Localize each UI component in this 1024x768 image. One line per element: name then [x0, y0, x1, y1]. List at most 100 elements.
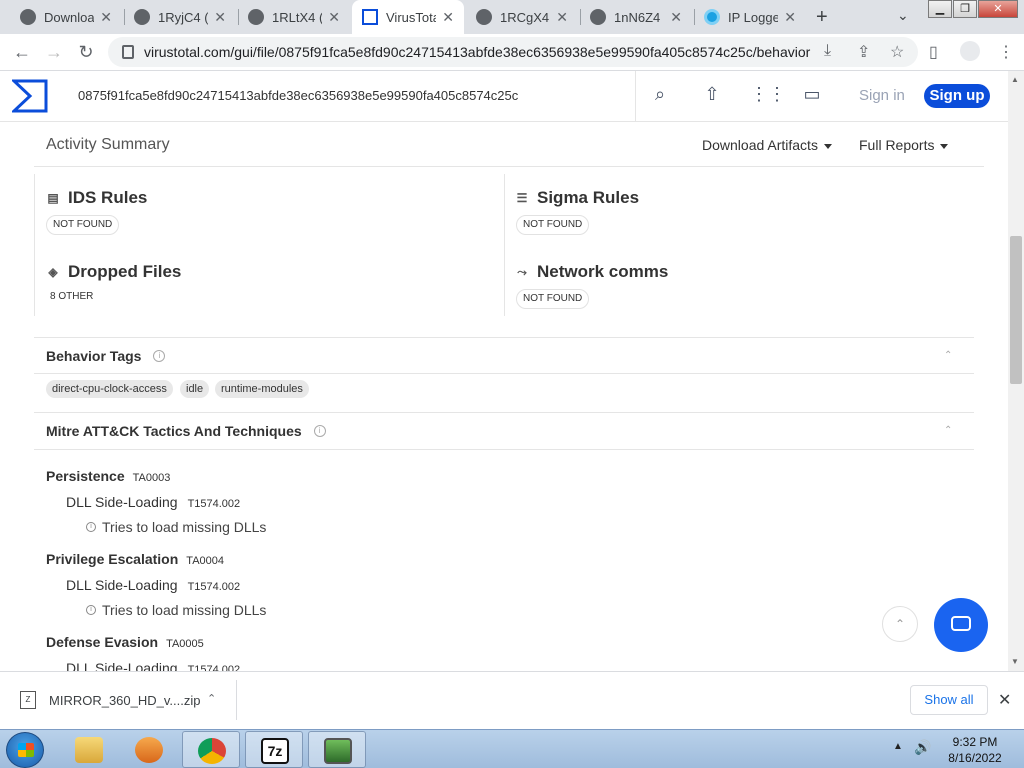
page-scrollbar[interactable]: ▲ ▼ — [1008, 71, 1024, 671]
tactic-id-link[interactable]: TA0004 — [186, 555, 224, 567]
close-icon[interactable]: ✕ — [214, 9, 226, 26]
restore-icon[interactable]: ❐ — [953, 0, 977, 18]
taskbar-7zip[interactable]: 7z — [245, 731, 303, 768]
close-icon[interactable]: ✕ — [556, 9, 568, 26]
back-arrow-icon[interactable]: ← — [10, 40, 34, 64]
info-icon[interactable]: i — [313, 425, 326, 437]
chevron-up-icon[interactable]: ⌃ — [207, 692, 216, 705]
tab-1ryjc4[interactable]: 1RyjC4 ( ✕ — [124, 0, 236, 34]
close-icon[interactable]: ✕ — [100, 9, 112, 26]
tactic-id-link[interactable]: TA0005 — [166, 638, 204, 650]
tab-label: 1RLtX4 ( — [272, 9, 323, 25]
tab-ip-logger[interactable]: IP Logge ✕ — [694, 0, 806, 34]
close-icon[interactable]: ✕ — [998, 690, 1011, 710]
bookmark-star-icon[interactable]: ☆ — [890, 42, 904, 62]
apps-grid-icon[interactable]: ⋮⋮ — [750, 84, 786, 108]
tab-search-chevron-icon[interactable]: ⌄ — [897, 7, 909, 24]
technique-id-link[interactable]: T1574.002 — [188, 581, 241, 593]
dropdown-label: Download Artifacts — [702, 137, 818, 153]
close-icon[interactable]: ✕ — [328, 9, 340, 26]
tray-overflow-icon[interactable]: ▲ — [893, 741, 903, 752]
info-icon[interactable]: i — [153, 350, 166, 362]
sign-up-button[interactable]: Sign up — [924, 84, 990, 108]
virustotal-favicon-icon — [20, 9, 36, 25]
mitre-attack-heading[interactable]: Mitre ATT&CK Tactics And Techniques i — [46, 423, 326, 439]
reload-icon[interactable]: ↻ — [74, 40, 98, 64]
forward-arrow-icon[interactable]: → — [42, 40, 66, 64]
globe-icon — [590, 9, 606, 25]
close-icon[interactable]: ✕ — [442, 9, 454, 26]
show-all-button[interactable]: Show all — [910, 685, 988, 715]
minimize-icon[interactable]: ▁ — [928, 0, 952, 18]
virustotal-favicon-icon — [362, 9, 378, 25]
menu-kebab-icon[interactable]: ⋮ — [998, 42, 1014, 62]
taskbar-clock[interactable]: 9:32 PM 8/16/2022 — [940, 734, 1010, 766]
collapse-chevron-icon[interactable]: ⌃ — [944, 425, 952, 436]
address-bar[interactable]: virustotal.com/gui/file/0875f91fca5e8fd9… — [108, 37, 918, 67]
technique-id-link[interactable]: T1574.002 — [188, 664, 241, 671]
volume-icon[interactable]: 🔊 — [914, 739, 931, 756]
status-badge: NOT FOUND — [516, 215, 590, 235]
taskbar-task-manager[interactable] — [308, 731, 366, 768]
sigma-rules-heading: ☰ Sigma Rules — [515, 188, 639, 208]
folder-icon — [75, 737, 103, 763]
sign-in-link[interactable]: Sign in — [859, 87, 905, 104]
side-panel-icon[interactable]: ▯ — [929, 42, 938, 62]
install-app-icon[interactable]: ⤓ — [824, 42, 831, 60]
close-icon[interactable]: ✕ — [670, 9, 682, 26]
tab-downloads[interactable]: Downloa ✕ — [10, 0, 122, 34]
taskbar-media-player[interactable] — [120, 731, 178, 768]
signature-row: i Tries to load missing DLLs — [86, 602, 266, 618]
dropped-files-heading: ◈ Dropped Files — [46, 262, 181, 282]
technique-id-link[interactable]: T1574.002 — [188, 498, 241, 510]
new-tab-plus-icon[interactable]: + — [816, 6, 828, 29]
url-text[interactable]: virustotal.com/gui/file/0875f91fca5e8fd9… — [144, 44, 810, 60]
search-icon[interactable]: ⌕ — [648, 84, 672, 108]
scrollbar-thumb[interactable] — [1010, 236, 1022, 384]
taskbar-explorer[interactable] — [60, 731, 118, 768]
caret-down-icon — [823, 143, 832, 149]
profile-avatar-icon[interactable] — [960, 41, 980, 61]
taskbar-chrome[interactable] — [182, 731, 240, 768]
network-comms-icon: ⤳ — [517, 264, 527, 279]
close-window-icon[interactable]: ✕ — [978, 0, 1018, 18]
full-reports-dropdown[interactable]: Full Reports — [859, 137, 949, 153]
signature-text: Tries to load missing DLLs — [102, 602, 267, 618]
upload-icon[interactable]: ⇧ — [700, 84, 724, 108]
download-bar: Z MIRROR_360_HD_v....zip ⌃ Show all ✕ — [0, 671, 1024, 729]
signature-row: i Tries to load missing DLLs — [86, 519, 266, 535]
tab-label: VirusTota — [386, 9, 437, 25]
collapse-chevron-icon[interactable]: ⌃ — [944, 350, 952, 361]
status-badge: NOT FOUND — [46, 215, 120, 235]
tab-1rcgx4[interactable]: 1RCgX4 ( ✕ — [466, 0, 578, 34]
zip-file-icon: Z — [20, 691, 36, 709]
tab-1nn6z4[interactable]: 1nN6Z4 ✕ — [580, 0, 692, 34]
tab-1rltx4[interactable]: 1RLtX4 ( ✕ — [238, 0, 350, 34]
tab-virustotal[interactable]: VirusTota ✕ — [352, 0, 464, 34]
scroll-up-arrow-icon[interactable]: ▲ — [1011, 75, 1019, 84]
tactic-id-link[interactable]: TA0003 — [133, 472, 171, 484]
chat-icon[interactable]: ▭ — [800, 84, 824, 108]
behavior-tag[interactable]: idle — [180, 380, 210, 398]
share-icon[interactable]: ⇪ — [857, 42, 870, 62]
sigma-rules-icon: ☰ — [516, 191, 528, 205]
scroll-down-arrow-icon[interactable]: ▼ — [1011, 657, 1019, 666]
download-artifacts-dropdown[interactable]: Download Artifacts — [702, 137, 832, 153]
search-input[interactable]: 0875f91fca5e8fd90c24715413abfde38ec63569… — [78, 88, 518, 103]
caret-down-icon — [940, 143, 949, 149]
start-button[interactable] — [6, 732, 44, 768]
behavior-tag[interactable]: runtime-modules — [215, 380, 309, 398]
chat-support-button[interactable] — [934, 598, 988, 652]
behavior-tags-heading[interactable]: Behavior Tags i — [46, 348, 166, 364]
close-icon[interactable]: ✕ — [784, 9, 796, 26]
download-item[interactable]: Z MIRROR_360_HD_v....zip — [20, 691, 200, 709]
cell-title: IDS Rules — [68, 188, 148, 207]
ids-rules-icon: ▤ — [47, 191, 59, 205]
globe-icon — [476, 9, 492, 25]
dropped-files-icon: ◈ — [48, 265, 58, 279]
scroll-to-top-button[interactable]: ⌃ — [882, 606, 918, 642]
lock-icon[interactable] — [122, 45, 134, 59]
behavior-tag[interactable]: direct-cpu-clock-access — [46, 380, 173, 398]
virustotal-logo-icon[interactable] — [12, 79, 48, 113]
globe-icon — [248, 9, 264, 25]
